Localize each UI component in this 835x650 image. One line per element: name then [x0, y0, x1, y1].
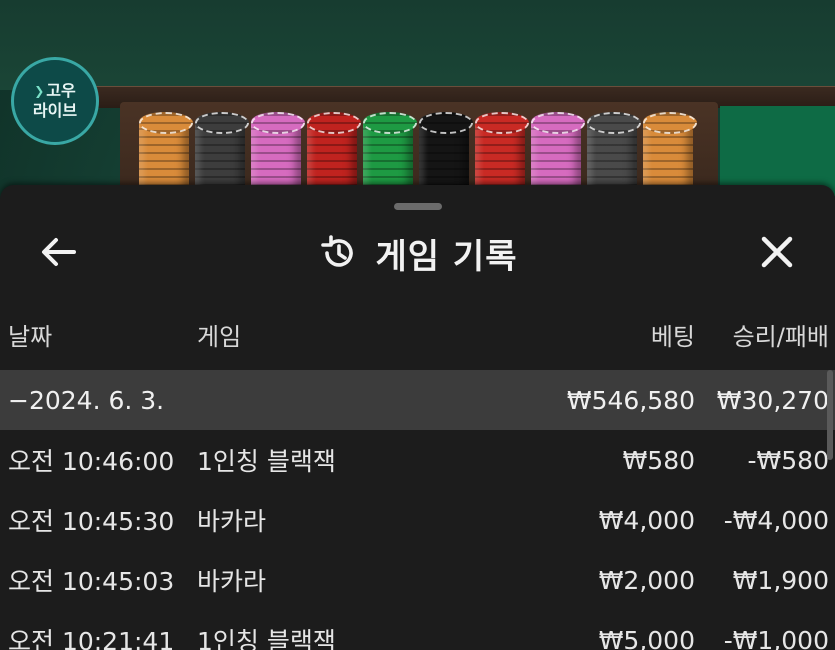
history-table: 날짜 게임 베팅 승리/패배 −2024. 6. 3. ₩546,580 ₩30…: [0, 310, 835, 650]
row-bet: ₩580: [622, 445, 695, 475]
table-felt-right: [720, 106, 835, 196]
game-history-sheet: 게임 기록 날짜 게임 베팅 승리/패배 −2024. 6. 3. ₩546,5…: [0, 185, 835, 650]
sheet-header: 게임 기록: [0, 215, 835, 291]
header-result[interactable]: 승리/패배: [733, 304, 829, 364]
table-header-row: 날짜 게임 베팅 승리/패배: [0, 310, 835, 370]
header-bet[interactable]: 베팅: [651, 304, 695, 364]
header-game[interactable]: 게임: [197, 304, 241, 364]
row-game: 1인칭 블랙잭: [197, 627, 336, 650]
row-bet: ₩4,000: [598, 505, 695, 535]
row-time: 오전 10:45:30: [8, 507, 175, 536]
row-time: 오전 10:21:41: [8, 627, 175, 650]
close-button[interactable]: [752, 229, 802, 275]
row-result: -₩4,000: [723, 505, 829, 535]
header-date[interactable]: 날짜: [8, 304, 52, 364]
history-row[interactable]: 오전 10:46:00 1인칭 블랙잭 ₩580 -₩580: [0, 430, 835, 490]
history-row[interactable]: 오전 10:45:03 바카라 ₩2,000 ₩1,900: [0, 550, 835, 610]
scrollbar[interactable]: [827, 370, 833, 460]
sheet-title: 게임 기록: [375, 236, 518, 277]
day-total-bet: ₩546,580: [566, 385, 695, 415]
logo-text-line2: 라이브: [32, 101, 78, 120]
history-row[interactable]: 오전 10:21:41 1인칭 블랙잭 ₩5,000 -₩1,000: [0, 610, 835, 650]
row-result: -₩580: [747, 445, 829, 475]
row-result: ₩1,900: [732, 565, 829, 595]
history-icon: [320, 235, 353, 267]
logo-mark-icon: ❯: [34, 84, 45, 98]
row-result: -₩1,000: [723, 625, 829, 650]
logo-text-line1: 고우: [46, 81, 76, 100]
arrow-left-icon: [42, 238, 76, 266]
row-time: 오전 10:45:03: [8, 567, 175, 596]
table-felt: [0, 0, 835, 90]
close-icon: [761, 236, 793, 268]
back-button[interactable]: [34, 232, 82, 272]
row-game: 바카라: [197, 507, 267, 536]
row-game: 1인칭 블랙잭: [197, 447, 336, 476]
brand-logo: ❯ 고우 라이브: [11, 57, 99, 145]
day-date: −2024. 6. 3.: [8, 385, 165, 415]
row-bet: ₩5,000: [598, 625, 695, 650]
row-bet: ₩2,000: [598, 565, 695, 595]
day-group-row[interactable]: −2024. 6. 3. ₩546,580 ₩30,270: [0, 370, 835, 430]
row-time: 오전 10:46:00: [8, 447, 175, 476]
history-row[interactable]: 오전 10:45:30 바카라 ₩4,000 -₩4,000: [0, 490, 835, 550]
day-total-result: ₩30,270: [716, 385, 829, 415]
sheet-drag-handle[interactable]: [394, 203, 442, 210]
row-game: 바카라: [197, 567, 267, 596]
